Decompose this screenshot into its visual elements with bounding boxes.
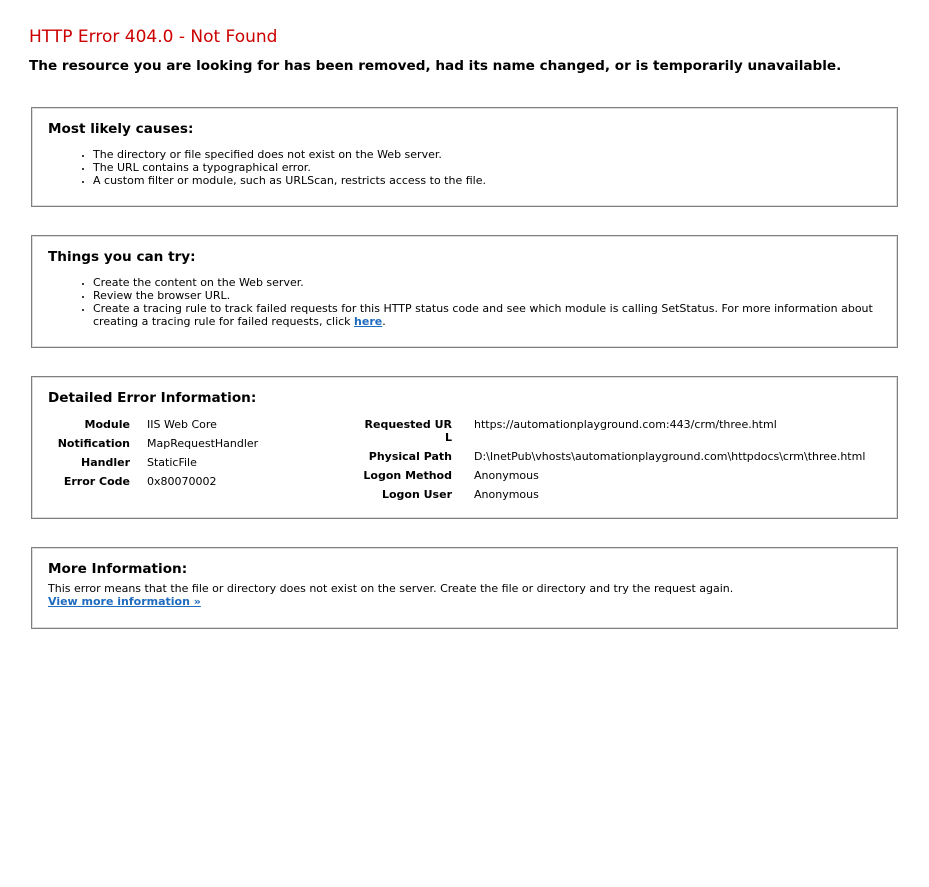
detail-label: Requested URL (364, 418, 452, 444)
detail-row-notification: Notification MapRequestHandler (48, 437, 368, 456)
detail-row-error-code: Error Code 0x80070002 (48, 475, 368, 494)
detail-row-logon-method: Logon Method Anonymous (348, 469, 888, 488)
detail-label: Error Code (63, 475, 130, 488)
detail-label: Module (84, 418, 130, 431)
detail-value: Anonymous (474, 469, 539, 482)
detail-row-requested-url: Requested URL https://automationplaygrou… (348, 418, 888, 450)
here-link[interactable]: here (354, 315, 382, 328)
tracing-rule-text: Create a tracing rule to track failed re… (93, 302, 873, 328)
more-information-body: This error means that the file or direct… (48, 582, 733, 608)
detail-value: 0x80070002 (147, 475, 217, 488)
things-to-try-heading: Things you can try: (48, 249, 196, 265)
detail-value: StaticFile (147, 456, 197, 469)
more-information-panel: More Information: This error means that … (31, 547, 898, 629)
likely-causes-heading: Most likely causes: (48, 121, 194, 137)
detail-value: MapRequestHandler (147, 437, 259, 450)
detail-value: IIS Web Core (147, 418, 217, 431)
list-item: A custom filter or module, such as URLSc… (93, 174, 881, 187)
things-to-try-panel: Things you can try: Create the content o… (31, 235, 898, 348)
detail-row-module: Module IIS Web Core (48, 418, 368, 437)
likely-causes-list: The directory or file specified does not… (48, 148, 881, 187)
more-information-heading: More Information: (48, 561, 188, 577)
list-item: Review the browser URL. (93, 289, 881, 302)
detailed-error-heading: Detailed Error Information: (48, 390, 257, 406)
detail-row-physical-path: Physical Path D:\InetPub\vhosts\automati… (348, 450, 888, 469)
list-item: Create a tracing rule to track failed re… (93, 302, 881, 328)
detail-row-handler: Handler StaticFile (48, 456, 368, 475)
detail-label: Notification (57, 437, 130, 450)
more-information-text: This error means that the file or direct… (48, 582, 734, 595)
detail-row-logon-user: Logon User Anonymous (348, 488, 888, 507)
detailed-error-panel: Detailed Error Information: Module IIS W… (31, 376, 898, 519)
detail-label: Physical Path (368, 450, 452, 463)
page-title: HTTP Error 404.0 - Not Found (29, 27, 278, 47)
list-item: Create the content on the Web server. (93, 276, 881, 289)
page-subtitle: The resource you are looking for has bee… (29, 58, 842, 74)
detail-left-table: Module IIS Web Core Notification MapRequ… (48, 418, 368, 494)
tracing-rule-suffix: . (382, 315, 386, 328)
list-item: The directory or file specified does not… (93, 148, 881, 161)
detail-label: Logon User (381, 488, 452, 501)
detail-value: D:\InetPub\vhosts\automationplayground.c… (474, 450, 866, 463)
things-to-try-list: Create the content on the Web server. Re… (48, 276, 881, 328)
detail-label: Logon Method (363, 469, 452, 482)
detail-value: https://automationplayground.com:443/crm… (474, 418, 777, 431)
detail-label: Handler (81, 456, 130, 469)
view-more-information-link[interactable]: View more information » (48, 595, 201, 608)
detail-value: Anonymous (474, 488, 539, 501)
detail-right-table: Requested URL https://automationplaygrou… (348, 418, 888, 507)
list-item: The URL contains a typographical error. (93, 161, 881, 174)
likely-causes-panel: Most likely causes: The directory or fil… (31, 107, 898, 207)
